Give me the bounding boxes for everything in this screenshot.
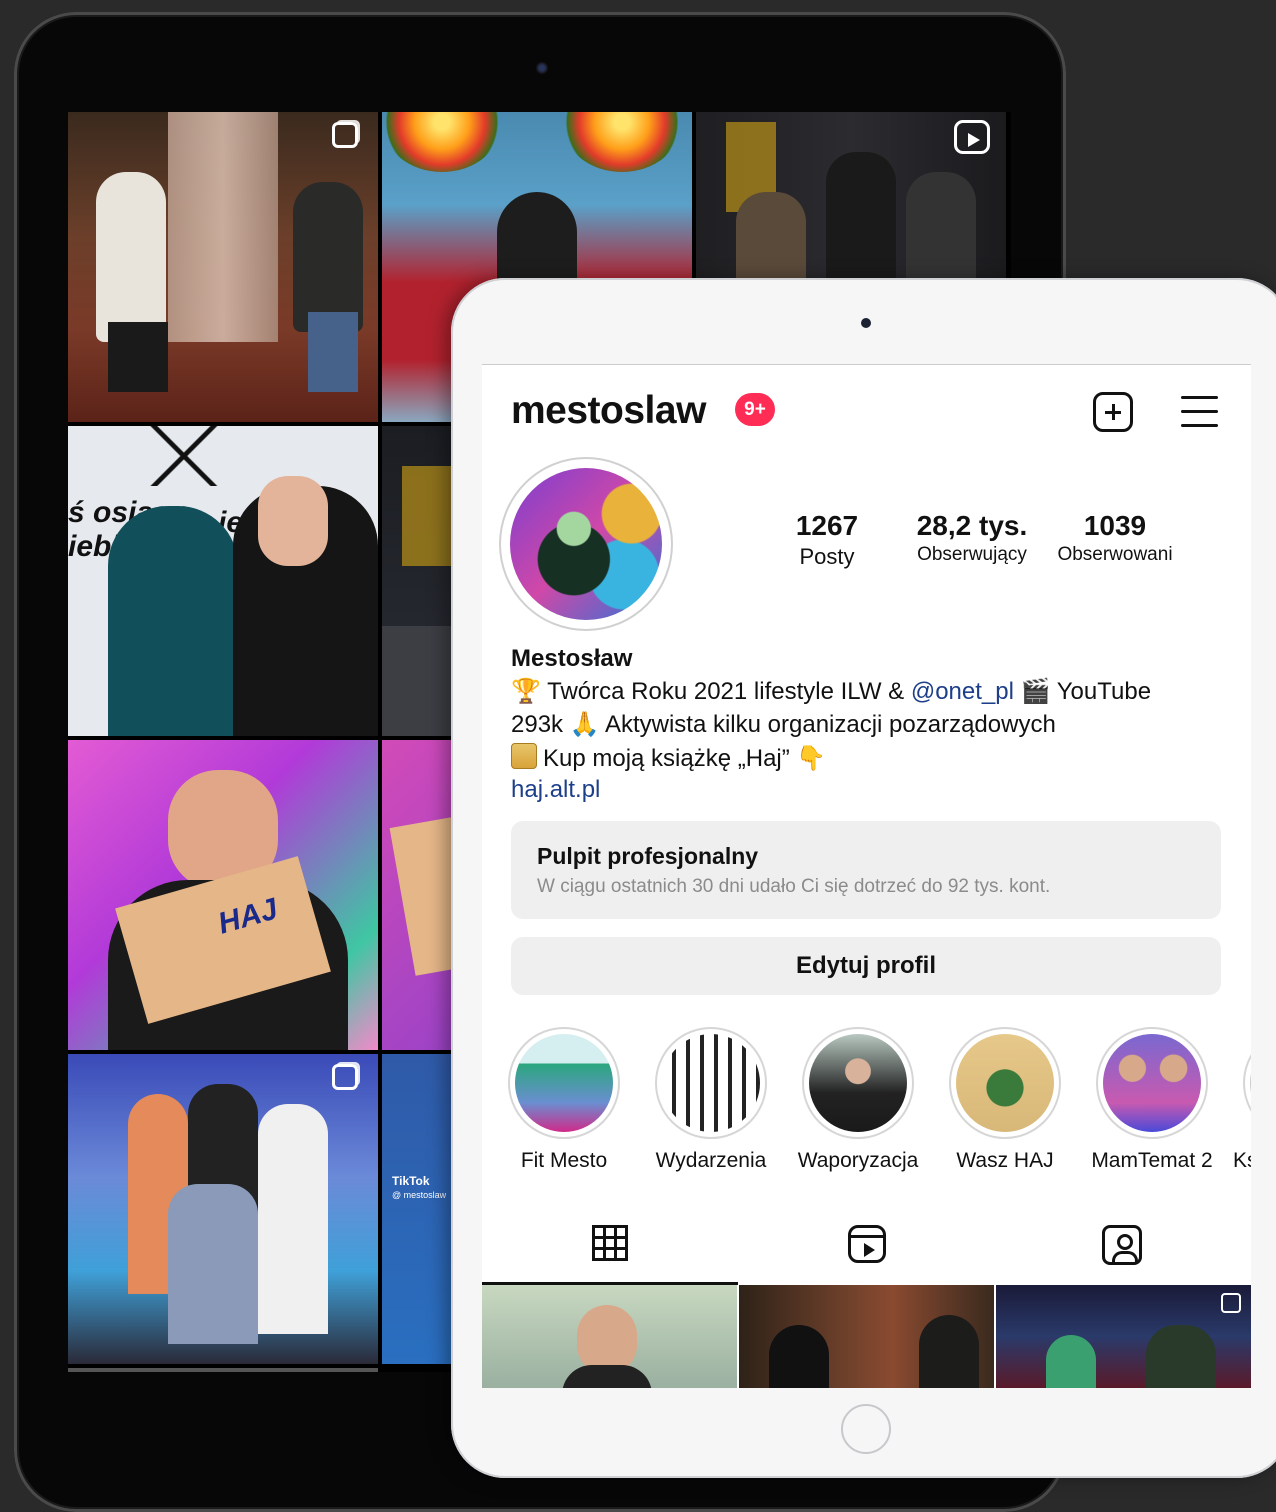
post-thumbnail[interactable] — [482, 1285, 737, 1388]
highlight-cover — [515, 1034, 613, 1132]
stat-followers[interactable]: 28,2 tys. Obserwujący — [902, 510, 1042, 566]
new-post-icon[interactable] — [1093, 392, 1133, 432]
display-name: Mestosław — [511, 645, 633, 672]
highlight-cover — [956, 1034, 1054, 1132]
bio-line-2: 293k 🙏 Aktywista kilku organizacji pozar… — [511, 711, 1056, 738]
reel-icon — [954, 120, 990, 154]
highlight-mamtemat-2[interactable]: MamTemat 2 — [1082, 1027, 1222, 1173]
front-camera — [861, 318, 871, 328]
highlight-ks[interactable]: Ks — [1229, 1027, 1251, 1173]
dashboard-subtitle: W ciągu ostatnich 30 dni udało Ci się do… — [537, 876, 1051, 897]
home-button[interactable] — [841, 1404, 891, 1454]
background-post-crown-wall[interactable]: ś osiągn ierw iebie c aga — [68, 426, 378, 736]
carousel-icon — [1221, 1293, 1241, 1313]
carousel-icon — [332, 1064, 358, 1090]
edit-profile-button[interactable]: Edytuj profil — [511, 937, 1221, 995]
bio-line-3: Kup moją książkę „Haj” 👇 — [511, 743, 826, 773]
background-post-group-stage[interactable] — [68, 1054, 378, 1364]
professional-dashboard[interactable]: Pulpit profesjonalny W ciągu ostatnich 3… — [511, 821, 1221, 919]
tiktok-watermark: TikTok — [392, 1174, 430, 1188]
book-icon — [511, 743, 537, 769]
avatar[interactable] — [510, 468, 662, 620]
clapper-icon: 🎬 — [1020, 678, 1051, 705]
tab-tagged[interactable] — [994, 1207, 1250, 1285]
highlight-wasz-haj[interactable]: Wasz HAJ — [935, 1027, 1075, 1173]
point-down-icon: 👇 — [796, 745, 827, 772]
trophy-icon: 🏆 — [511, 678, 541, 705]
mention-link[interactable]: @onet_pl — [911, 678, 1014, 705]
reels-icon — [848, 1225, 886, 1263]
notification-badge[interactable]: 9+ — [735, 393, 775, 426]
profile-avatar-ring[interactable] — [499, 457, 673, 631]
bio-link[interactable]: haj.alt.pl — [511, 776, 600, 804]
highlight-waporyzacja[interactable]: Waporyzacja — [788, 1027, 928, 1173]
grid-icon — [592, 1225, 628, 1261]
profile-header: mestoslaw 9+ — [482, 365, 1251, 455]
background-post-book-haj[interactable]: HAJ — [68, 740, 378, 1050]
highlight-cover — [809, 1034, 907, 1132]
post-thumbnail[interactable] — [739, 1285, 994, 1388]
instagram-profile-screen: mestoslaw 9+ 1267 Posty 28,2 tys. Obserw… — [482, 364, 1251, 1388]
background-grid-next-row — [68, 1368, 378, 1372]
background-post-podcast-studio[interactable] — [68, 112, 378, 422]
tab-grid[interactable] — [482, 1207, 738, 1285]
menu-icon[interactable] — [1181, 396, 1218, 428]
pray-icon: 🙏 — [569, 711, 600, 738]
foreground-tablet: mestoslaw 9+ 1267 Posty 28,2 tys. Obserw… — [451, 278, 1276, 1478]
bio-line-1: 🏆 Twórca Roku 2021 lifestyle ILW & @onet… — [511, 678, 1152, 705]
post-thumbnail[interactable] — [996, 1285, 1251, 1388]
username[interactable]: mestoslaw — [511, 389, 706, 433]
back-tablet-camera — [536, 62, 548, 74]
tagged-icon — [1102, 1225, 1142, 1265]
stat-posts[interactable]: 1267 Posty — [780, 510, 874, 570]
highlight-cover — [1103, 1034, 1201, 1132]
dashboard-title: Pulpit profesjonalny — [537, 843, 759, 869]
tab-reels[interactable] — [738, 1207, 994, 1285]
highlight-cover — [662, 1034, 760, 1132]
carousel-icon — [332, 122, 358, 148]
highlight-fit-mesto[interactable]: Fit Mesto — [494, 1027, 634, 1173]
highlight-wydarzenia[interactable]: Wydarzenia — [641, 1027, 781, 1173]
stat-following[interactable]: 1039 Obserwowani — [1047, 510, 1183, 566]
